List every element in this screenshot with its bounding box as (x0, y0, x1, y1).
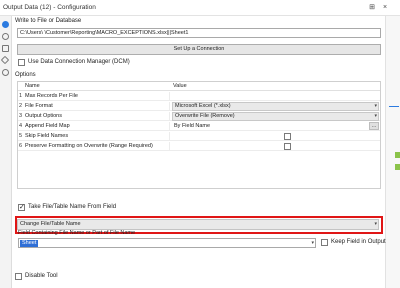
file-format-dropdown[interactable]: Microsoft Excel (*.xlsx) ▾ (172, 102, 379, 111)
preserve-formatting-cell (169, 142, 380, 151)
option-row-append-field-map[interactable]: 4 Append Field Map By Field Name … (18, 122, 380, 131)
field-name-value: Sheet (20, 240, 39, 247)
title-bar: Output Data (12) - Configuration ⊞ × (0, 0, 400, 16)
row-name: Max Records Per File (25, 93, 78, 99)
field-name-dropdown[interactable]: Sheet ▾ (18, 238, 316, 248)
dcm-checkbox[interactable] (18, 59, 25, 66)
take-name-checkbox[interactable] (18, 203, 25, 211)
header-name: Name (25, 83, 40, 89)
output-options-dropdown[interactable]: Overwrite File (Remove) ▾ (172, 112, 379, 121)
append-field-map-value: By Field Name (174, 123, 211, 129)
right-canvas-strip (385, 16, 400, 288)
keep-field-checkbox[interactable] (321, 239, 328, 246)
output-options-cell: Overwrite File (Remove) ▾ (169, 112, 380, 121)
skip-field-names-cell (169, 132, 380, 141)
change-name-value: Change File/Table Name (20, 221, 81, 227)
tool-icon[interactable] (2, 33, 9, 40)
append-field-map-browse-button[interactable]: … (369, 122, 379, 130)
dcm-label: Use Data Connection Manager (DCM) (28, 59, 130, 65)
preserve-formatting-checkbox[interactable] (284, 143, 291, 150)
row-name: Preserve Formatting on Overwrite (Range … (25, 143, 153, 149)
tag-icon[interactable] (0, 55, 10, 65)
config-icon[interactable] (2, 21, 9, 28)
keep-field-label: Keep Field in Output (331, 239, 386, 245)
row-name: Append Field Map (25, 123, 70, 129)
side-icon-rail (0, 16, 12, 288)
file-path-value: C:\Users\ \Customer\Reporting\MACRO_EXCE… (20, 30, 189, 36)
change-name-dropdown[interactable]: Change File/Table Name ▾ (17, 219, 379, 230)
row-name: File Format (25, 103, 53, 109)
canvas-connector-line (389, 106, 399, 107)
close-icon[interactable]: × (381, 3, 389, 12)
skip-field-names-checkbox[interactable] (284, 133, 291, 140)
window-title: Output Data (12) - Configuration (3, 4, 96, 11)
append-field-map-cell: By Field Name … (169, 122, 380, 131)
canvas-tool-marker (395, 152, 400, 158)
annotation-icon[interactable] (2, 45, 9, 52)
option-row-preserve-formatting[interactable]: 6 Preserve Formatting on Overwrite (Rang… (18, 142, 380, 151)
setup-connection-button[interactable]: Set Up a Connection (17, 44, 381, 55)
option-row-output-options[interactable]: 3 Output Options Overwrite File (Remove)… (18, 112, 380, 121)
options-header-row: Name Value (18, 82, 380, 91)
write-to-label: Write to File or Database (15, 18, 82, 24)
options-label: Options (15, 72, 36, 78)
canvas-tool-marker (395, 164, 400, 170)
chevron-down-icon: ▾ (311, 240, 314, 246)
file-path-input[interactable]: C:\Users\ \Customer\Reporting\MACRO_EXCE… (17, 28, 381, 38)
option-row-file-format[interactable]: 2 File Format Microsoft Excel (*.xlsx) ▾ (18, 102, 380, 111)
file-format-cell: Microsoft Excel (*.xlsx) ▾ (169, 102, 380, 111)
header-value: Value (173, 83, 187, 89)
chevron-down-icon: ▾ (374, 113, 377, 119)
pin-icon[interactable]: ⊞ (368, 3, 376, 12)
help-icon[interactable] (2, 69, 9, 76)
output-options-value: Overwrite File (Remove) (175, 113, 235, 119)
chevron-down-icon: ▾ (374, 221, 377, 227)
disable-tool-checkbox[interactable] (15, 273, 22, 280)
take-name-label: Take File/Table Name From Field (28, 204, 117, 210)
disable-tool-label: Disable Tool (25, 273, 58, 279)
row-name: Skip Field Names (25, 133, 69, 139)
chevron-down-icon: ▾ (374, 103, 377, 109)
row-name: Output Options (25, 113, 62, 119)
config-panel: Write to File or Database C:\Users\ \Cus… (12, 16, 386, 288)
options-grid: Name Value 1 Max Records Per File 2 File… (17, 81, 381, 189)
max-records-input[interactable] (169, 92, 380, 101)
file-format-value: Microsoft Excel (*.xlsx) (175, 103, 231, 109)
option-row-max-records[interactable]: 1 Max Records Per File (18, 92, 380, 101)
option-row-skip-field-names[interactable]: 5 Skip Field Names (18, 132, 380, 141)
field-containing-label: Field Containing File Name or Part of Fi… (18, 230, 136, 236)
